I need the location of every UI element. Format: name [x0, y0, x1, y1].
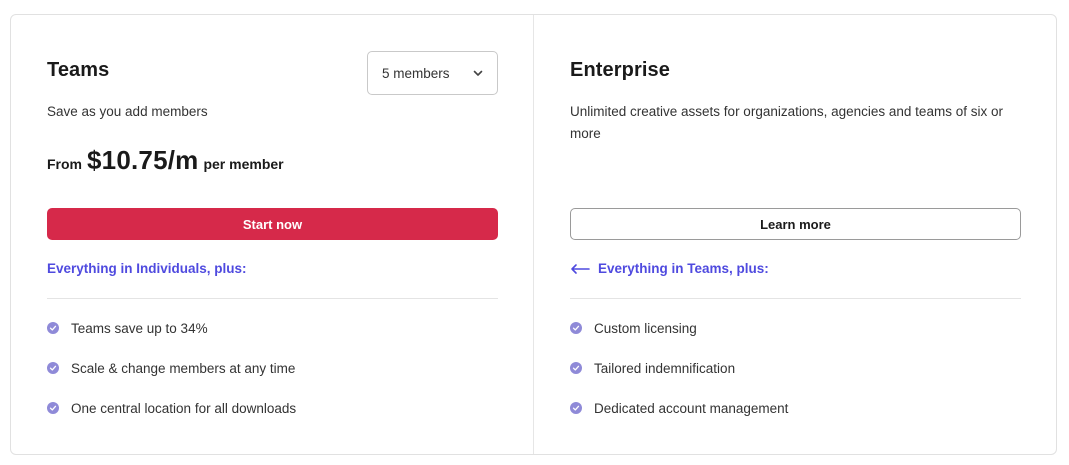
section-divider — [47, 298, 498, 299]
feature-item: Dedicated account management — [570, 398, 788, 418]
feature-text: One central location for all downloads — [71, 400, 297, 416]
check-icon — [47, 322, 59, 334]
plan-title: Teams — [47, 59, 110, 81]
check-icon — [47, 402, 59, 414]
price-amount: $10.75/m — [87, 145, 199, 175]
feature-item: Custom licensing — [570, 318, 788, 338]
member-count-value: 5 members — [382, 65, 450, 81]
feature-item: Tailored indemnification — [570, 358, 788, 378]
feature-item: Teams save up to 34% — [47, 318, 296, 338]
enterprise-plan: Enterprise Unlimited creative assets for… — [534, 15, 1057, 454]
member-count-select[interactable]: 5 members — [367, 51, 498, 95]
feature-item: Scale & change members at any time — [47, 358, 296, 378]
plan-description: Unlimited creative assets for organizati… — [570, 104, 1003, 141]
price-prefix: From — [47, 156, 82, 172]
learn-more-button[interactable]: Learn more — [570, 208, 1021, 240]
pricing-card: Teams 5 members Save as you add members … — [10, 14, 1057, 455]
check-icon — [570, 322, 582, 334]
check-icon — [47, 362, 59, 374]
start-now-button[interactable]: Start now — [47, 208, 498, 240]
feature-text: Teams save up to 34% — [71, 320, 208, 336]
plan-description: Save as you add members — [47, 104, 208, 119]
section-divider — [570, 298, 1021, 299]
price: From $10.75/m per member — [47, 145, 284, 176]
includes-label: Everything in Teams, plus: — [598, 261, 769, 276]
feature-text: Tailored indemnification — [594, 360, 736, 376]
feature-list: Teams save up to 34% Scale & change memb… — [47, 318, 296, 438]
check-icon — [570, 362, 582, 374]
includes-label: Everything in Individuals, plus: — [47, 261, 247, 276]
teams-plan: Teams 5 members Save as you add members … — [11, 15, 534, 454]
feature-item: One central location for all downloads — [47, 398, 296, 418]
arrow-left-icon — [571, 263, 590, 274]
feature-text: Custom licensing — [594, 320, 697, 336]
feature-list: Custom licensing Tailored indemnificatio… — [570, 318, 788, 438]
includes-heading: Everything in Individuals, plus: — [47, 261, 247, 276]
plan-title: Enterprise — [570, 59, 670, 81]
check-icon — [570, 402, 582, 414]
feature-text: Dedicated account management — [594, 400, 789, 416]
chevron-down-icon — [473, 70, 483, 76]
feature-text: Scale & change members at any time — [71, 360, 296, 376]
includes-heading: Everything in Teams, plus: — [570, 261, 769, 276]
price-suffix: per member — [203, 156, 284, 172]
